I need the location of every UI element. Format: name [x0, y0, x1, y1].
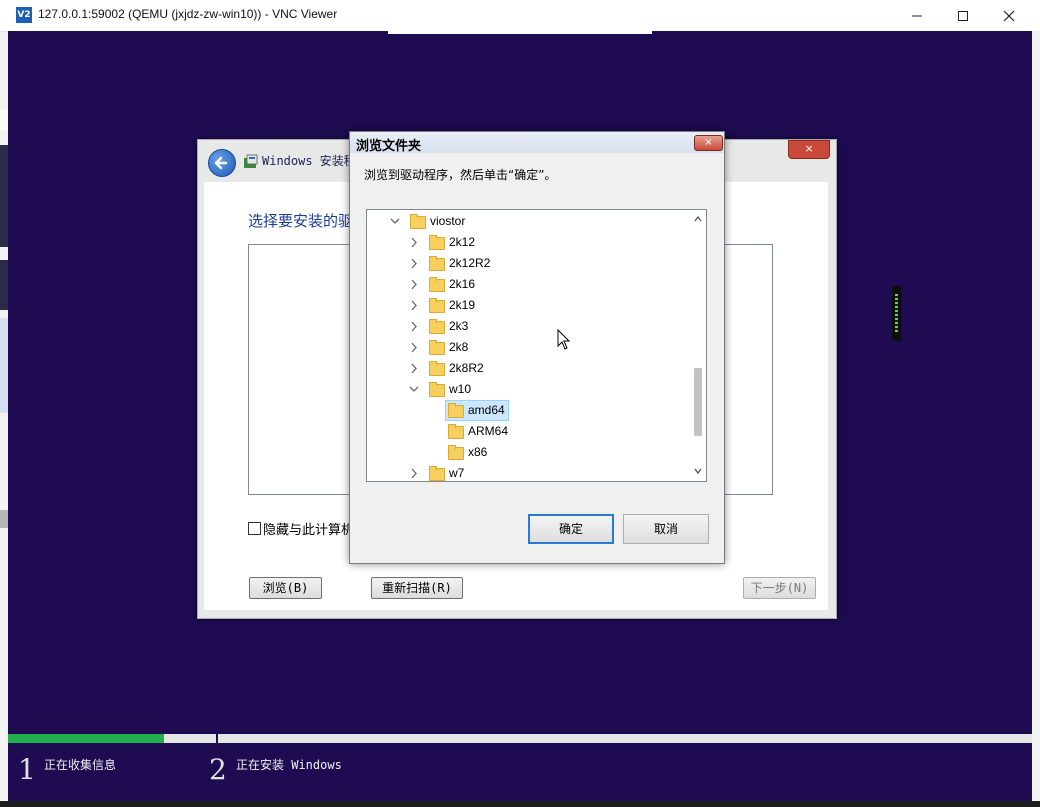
- scroll-down-icon[interactable]: [692, 465, 704, 477]
- tree-item[interactable]: viostor: [367, 211, 689, 232]
- side-level-widget: [892, 286, 901, 341]
- tree-item[interactable]: 2k3: [367, 316, 689, 337]
- tree-item[interactable]: w7: [367, 463, 689, 481]
- progress-fill: [8, 734, 164, 743]
- folder-icon: [410, 214, 426, 229]
- folder-icon: [448, 403, 464, 418]
- chevron-right-icon[interactable]: [408, 295, 420, 316]
- tree-item-label: viostor: [430, 214, 466, 228]
- folder-icon: [429, 277, 445, 292]
- tree-item[interactable]: 2k12: [367, 232, 689, 253]
- chevron-right-icon[interactable]: [408, 274, 420, 295]
- tree-item-label: x86: [468, 445, 488, 459]
- host-edge: [1032, 31, 1040, 801]
- folder-icon: [448, 445, 464, 460]
- tree-item[interactable]: w10: [367, 379, 689, 400]
- dialog-close-button[interactable]: ×: [694, 135, 723, 151]
- tree-item-label: w7: [449, 466, 465, 480]
- folder-icon: [429, 361, 445, 376]
- tree-item-label: 2k8: [449, 340, 469, 354]
- level-meter: [895, 294, 898, 332]
- vnc-viewer-window: V2 127.0.0.1:59002 (QEMU (jxjdz-zw-win10…: [0, 0, 1040, 807]
- next-button[interactable]: 下一步(N): [743, 577, 816, 599]
- tree-item-label: w10: [449, 382, 472, 396]
- window-title: 127.0.0.1:59002 (QEMU (jxjdz-zw-win10)) …: [38, 7, 338, 21]
- mouse-cursor-icon: [557, 329, 571, 350]
- ok-button[interactable]: 确定: [528, 514, 614, 544]
- tree-item-label: 2k12: [449, 235, 476, 249]
- folder-tree[interactable]: viostor 2k12 2k12R2 2k16 2k19 2k3 2k8 2k8R2 w10 a…: [366, 209, 707, 482]
- dialog-instruction: 浏览到驱动程序，然后单击“确定”。: [364, 168, 557, 182]
- browse-folder-dialog: 浏览文件夹 × 浏览到驱动程序，然后单击“确定”。 viostor 2k12 2k1…: [349, 131, 725, 564]
- host-edge: [0, 145, 8, 247]
- chevron-right-icon[interactable]: [408, 316, 420, 337]
- folder-icon: [429, 298, 445, 313]
- tree-item[interactable]: 2k16: [367, 274, 689, 295]
- dialog-titlebar[interactable]: 浏览文件夹 ×: [350, 132, 724, 154]
- folder-icon: [429, 319, 445, 334]
- folder-icon: [429, 340, 445, 355]
- host-edge: [0, 510, 8, 528]
- host-edge: [0, 318, 8, 413]
- setup-icon: [244, 154, 258, 168]
- tree-item-label: 2k3: [449, 319, 469, 333]
- chevron-right-icon[interactable]: [408, 463, 420, 481]
- chevron-right-icon[interactable]: [408, 253, 420, 274]
- tree-item[interactable]: amd64: [367, 400, 689, 421]
- folder-icon: [429, 256, 445, 271]
- chevron-down-icon[interactable]: [408, 379, 420, 400]
- maximize-icon: [958, 10, 968, 21]
- tree-item-label: 2k12R2: [449, 256, 491, 270]
- host-taskbar-remnant: [0, 801, 1040, 807]
- step-2-number: 2: [209, 753, 227, 786]
- vnc-logo-icon: V2: [16, 7, 32, 23]
- back-button[interactable]: [208, 149, 236, 177]
- tree-item[interactable]: ARM64: [367, 421, 689, 442]
- tree-item-label: ARM64: [468, 424, 509, 438]
- tree-scrollbar[interactable]: [689, 210, 706, 481]
- chevron-down-icon[interactable]: [389, 211, 401, 232]
- close-window-button[interactable]: [986, 0, 1032, 31]
- rescan-button[interactable]: 重新扫描(R): [371, 577, 463, 599]
- chevron-right-icon[interactable]: [408, 337, 420, 358]
- host-edge: [0, 260, 8, 310]
- folder-icon: [429, 235, 445, 250]
- tree-item[interactable]: x86: [367, 442, 689, 463]
- tree-item-label: 2k19: [449, 298, 476, 312]
- scroll-up-icon[interactable]: [692, 213, 704, 225]
- guest-screen[interactable]: × Windows 安装程序 选择要安装的驱动程序 隐藏与此计算机硬件不兼容的驱…: [8, 31, 1032, 801]
- close-icon: [1003, 10, 1015, 21]
- hide-incompatible-checkbox[interactable]: [248, 522, 261, 535]
- tree-item[interactable]: 2k8R2: [367, 358, 689, 379]
- vnc-titlebar[interactable]: V2 127.0.0.1:59002 (QEMU (jxjdz-zw-win10…: [0, 0, 1040, 32]
- folder-icon: [448, 424, 464, 439]
- folder-icon: [429, 382, 445, 397]
- minimize-button[interactable]: [894, 0, 940, 31]
- tree-item-label: 2k8R2: [449, 361, 484, 375]
- progress-divider: [216, 734, 218, 752]
- wizard-close-button[interactable]: ×: [788, 140, 830, 159]
- chevron-right-icon[interactable]: [408, 358, 420, 379]
- tree-item[interactable]: 2k19: [367, 295, 689, 316]
- host-edge: [0, 110, 8, 130]
- step-2-label: 正在安装 Windows: [236, 758, 342, 772]
- tree-item[interactable]: 2k8: [367, 337, 689, 358]
- cancel-button[interactable]: 取消: [623, 514, 709, 544]
- scroll-thumb[interactable]: [694, 368, 702, 436]
- tree-item[interactable]: 2k12R2: [367, 253, 689, 274]
- browse-button[interactable]: 浏览(B): [249, 577, 322, 599]
- tree-item-label: amd64: [468, 403, 505, 417]
- back-arrow-icon: [214, 156, 228, 170]
- tree-item-label: 2k16: [449, 277, 476, 291]
- dialog-title: 浏览文件夹: [356, 139, 422, 154]
- folder-icon: [429, 466, 445, 481]
- folder-tree-rows: viostor 2k12 2k12R2 2k16 2k19 2k3 2k8 2k8R2 w10 a…: [367, 210, 689, 481]
- maximize-button[interactable]: [940, 0, 986, 31]
- minimize-icon: [912, 15, 922, 16]
- top-strip: [388, 31, 652, 34]
- step-1-number: 1: [18, 753, 36, 786]
- chevron-right-icon[interactable]: [408, 232, 420, 253]
- step-1-label: 正在收集信息: [44, 758, 117, 772]
